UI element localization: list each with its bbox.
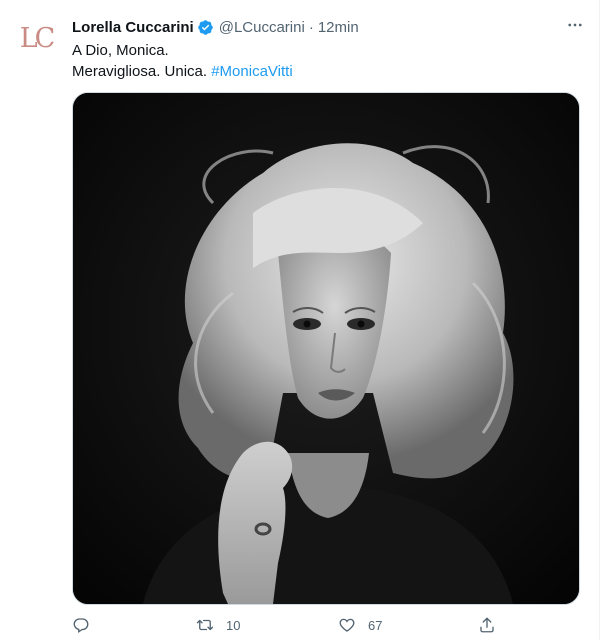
author-handle[interactable]: @LCuccarini bbox=[219, 19, 305, 36]
share-icon bbox=[480, 617, 494, 633]
tweet-text-line-2-body: Meravigliosa. Unica. bbox=[72, 63, 212, 80]
tweet-text-line-1: A Dio, Monica. bbox=[72, 42, 169, 59]
tweet-header: Lorella Cuccarini @LCuccarini · 12min bbox=[72, 17, 567, 37]
tweet-text-line-2: Meravigliosa. Unica. #MonicaVitti bbox=[72, 61, 577, 82]
retweet-icon bbox=[196, 619, 214, 631]
verified-badge-icon bbox=[197, 19, 213, 35]
more-button[interactable] bbox=[565, 15, 585, 35]
like-count: 67 bbox=[368, 617, 383, 633]
hashtag-link[interactable]: #MonicaVitti bbox=[211, 63, 292, 80]
tweet-actions: 10 67 bbox=[72, 612, 502, 640]
more-icon bbox=[568, 23, 582, 27]
author-name[interactable]: Lorella Cuccarini bbox=[72, 19, 194, 36]
tweet-text: A Dio, Monica. Meravigliosa. Unica. #Mon… bbox=[72, 40, 577, 82]
timestamp[interactable]: 12min bbox=[318, 19, 359, 36]
separator-dot: · bbox=[308, 18, 314, 36]
portrait-photo bbox=[73, 93, 579, 604]
tweet-photo[interactable] bbox=[72, 92, 580, 605]
column-border bbox=[599, 0, 600, 640]
avatar-initials: LC bbox=[19, 22, 56, 54]
like-button[interactable]: 67 bbox=[338, 612, 382, 638]
like-icon bbox=[339, 618, 355, 632]
reply-button[interactable] bbox=[72, 612, 102, 638]
retweet-count: 10 bbox=[226, 617, 241, 633]
retweet-button[interactable]: 10 bbox=[196, 612, 240, 638]
reply-icon bbox=[73, 618, 89, 634]
share-button[interactable] bbox=[478, 612, 508, 638]
avatar[interactable]: LC bbox=[12, 14, 60, 62]
